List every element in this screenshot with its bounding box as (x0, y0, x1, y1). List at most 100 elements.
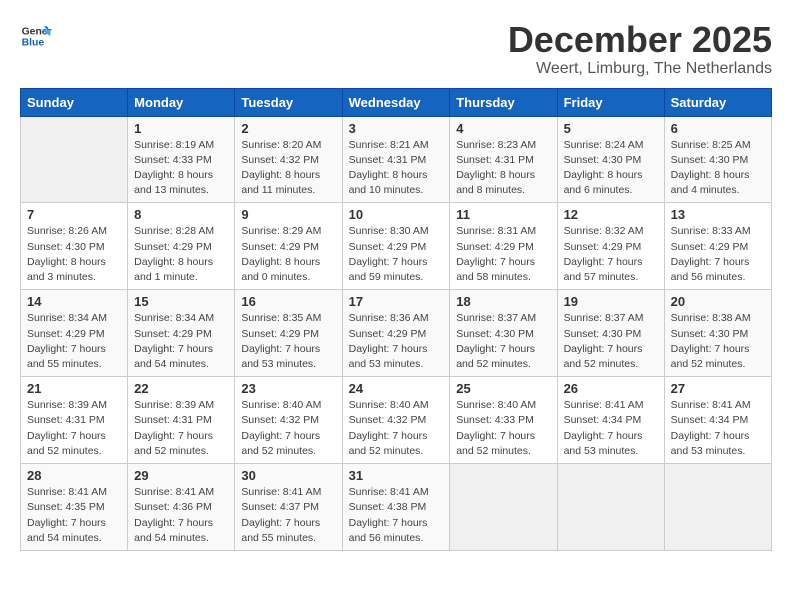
header-day-thursday: Thursday (450, 88, 557, 116)
calendar-cell: 13 Sunrise: 8:33 AM Sunset: 4:29 PM Dayli… (664, 203, 771, 290)
calendar-cell: 22Sunrise: 8:39 AM Sunset: 4:31 PM Dayli… (128, 377, 235, 464)
day-number: 17 (349, 294, 444, 309)
day-number: 30 (241, 468, 335, 483)
day-info: Sunrise: 8:41 AM Sunset: 4:37 PM Dayligh… (241, 485, 335, 546)
calendar-cell: 26 Sunrise: 8:41 AM Sunset: 4:34 PM Dayli… (557, 377, 664, 464)
calendar-cell: 9Sunrise: 8:29 AM Sunset: 4:29 PM Daylig… (235, 203, 342, 290)
day-number: 10 (349, 207, 444, 222)
day-number: 8 (134, 207, 228, 222)
calendar-cell: 27 Sunrise: 8:41 AM Sunset: 4:34 PM Dayli… (664, 377, 771, 464)
calendar-cell: 28 Sunrise: 8:41 AM Sunset: 4:35 PM Dayli… (21, 464, 128, 551)
day-number: 7 (27, 207, 121, 222)
calendar-cell: 21Sunrise: 8:39 AM Sunset: 4:31 PM Dayli… (21, 377, 128, 464)
day-info: Sunrise: 8:40 AM Sunset: 4:32 PM Dayligh… (349, 398, 444, 459)
day-number: 29 (134, 468, 228, 483)
calendar-cell: 4 Sunrise: 8:23 AM Sunset: 4:31 PM Daylig… (450, 116, 557, 203)
calendar-cell: 29Sunrise: 8:41 AM Sunset: 4:36 PM Dayli… (128, 464, 235, 551)
day-number: 22 (134, 381, 228, 396)
header-day-saturday: Saturday (664, 88, 771, 116)
calendar-cell: 17 Sunrise: 8:36 AM Sunset: 4:29 PM Dayli… (342, 290, 450, 377)
location-subtitle: Weert, Limburg, The Netherlands (508, 60, 772, 78)
day-number: 12 (564, 207, 658, 222)
day-info: Sunrise: 8:34 AM Sunset: 4:29 PM Dayligh… (27, 311, 121, 372)
day-number: 5 (564, 121, 658, 136)
header-day-monday: Monday (128, 88, 235, 116)
day-number: 21 (27, 381, 121, 396)
day-number: 18 (456, 294, 550, 309)
calendar-cell: 16Sunrise: 8:35 AM Sunset: 4:29 PM Dayli… (235, 290, 342, 377)
calendar-cell: 30 Sunrise: 8:41 AM Sunset: 4:37 PM Dayli… (235, 464, 342, 551)
calendar-cell (557, 464, 664, 551)
day-info: Sunrise: 8:20 AM Sunset: 4:32 PM Dayligh… (241, 138, 335, 199)
day-number: 27 (671, 381, 765, 396)
header-day-tuesday: Tuesday (235, 88, 342, 116)
day-number: 20 (671, 294, 765, 309)
day-number: 3 (349, 121, 444, 136)
day-number: 23 (241, 381, 335, 396)
day-number: 6 (671, 121, 765, 136)
day-number: 25 (456, 381, 550, 396)
calendar-cell: 14 Sunrise: 8:34 AM Sunset: 4:29 PM Dayli… (21, 290, 128, 377)
day-number: 2 (241, 121, 335, 136)
day-info: Sunrise: 8:35 AM Sunset: 4:29 PM Dayligh… (241, 311, 335, 372)
day-number: 11 (456, 207, 550, 222)
header: General Blue December 2025 Weert, Limbur… (20, 20, 772, 78)
day-info: Sunrise: 8:36 AM Sunset: 4:29 PM Dayligh… (349, 311, 444, 372)
day-info: Sunrise: 8:33 AM Sunset: 4:29 PM Dayligh… (671, 224, 765, 285)
day-info: Sunrise: 8:28 AM Sunset: 4:29 PM Dayligh… (134, 224, 228, 285)
svg-text:Blue: Blue (22, 38, 45, 49)
day-info: Sunrise: 8:32 AM Sunset: 4:29 PM Dayligh… (564, 224, 658, 285)
calendar-cell: 19Sunrise: 8:37 AM Sunset: 4:30 PM Dayli… (557, 290, 664, 377)
day-info: Sunrise: 8:19 AM Sunset: 4:33 PM Dayligh… (134, 138, 228, 199)
calendar-cell: 1Sunrise: 8:19 AM Sunset: 4:33 PM Daylig… (128, 116, 235, 203)
day-number: 19 (564, 294, 658, 309)
calendar-cell: 7 Sunrise: 8:26 AM Sunset: 4:30 PM Daylig… (21, 203, 128, 290)
day-info: Sunrise: 8:41 AM Sunset: 4:34 PM Dayligh… (671, 398, 765, 459)
logo-icon: General Blue (20, 20, 52, 52)
day-number: 28 (27, 468, 121, 483)
calendar-cell: 25 Sunrise: 8:40 AM Sunset: 4:33 PM Dayli… (450, 377, 557, 464)
day-info: Sunrise: 8:26 AM Sunset: 4:30 PM Dayligh… (27, 224, 121, 285)
day-info: Sunrise: 8:25 AM Sunset: 4:30 PM Dayligh… (671, 138, 765, 199)
day-info: Sunrise: 8:37 AM Sunset: 4:30 PM Dayligh… (456, 311, 550, 372)
calendar-week-row: 21Sunrise: 8:39 AM Sunset: 4:31 PM Dayli… (21, 377, 772, 464)
calendar-cell (21, 116, 128, 203)
day-info: Sunrise: 8:31 AM Sunset: 4:29 PM Dayligh… (456, 224, 550, 285)
day-info: Sunrise: 8:24 AM Sunset: 4:30 PM Dayligh… (564, 138, 658, 199)
day-info: Sunrise: 8:41 AM Sunset: 4:35 PM Dayligh… (27, 485, 121, 546)
calendar-cell: 20Sunrise: 8:38 AM Sunset: 4:30 PM Dayli… (664, 290, 771, 377)
calendar-cell: 2 Sunrise: 8:20 AM Sunset: 4:32 PM Daylig… (235, 116, 342, 203)
calendar-week-row: 1Sunrise: 8:19 AM Sunset: 4:33 PM Daylig… (21, 116, 772, 203)
day-number: 15 (134, 294, 228, 309)
month-year-title: December 2025 (508, 20, 772, 60)
calendar-header-row: SundayMondayTuesdayWednesdayThursdayFrid… (21, 88, 772, 116)
day-number: 26 (564, 381, 658, 396)
calendar-week-row: 7 Sunrise: 8:26 AM Sunset: 4:30 PM Daylig… (21, 203, 772, 290)
header-day-wednesday: Wednesday (342, 88, 450, 116)
calendar-cell: 12 Sunrise: 8:32 AM Sunset: 4:29 PM Dayli… (557, 203, 664, 290)
calendar-cell: 5 Sunrise: 8:24 AM Sunset: 4:30 PM Daylig… (557, 116, 664, 203)
day-info: Sunrise: 8:41 AM Sunset: 4:38 PM Dayligh… (349, 485, 444, 546)
calendar-cell: 24 Sunrise: 8:40 AM Sunset: 4:32 PM Dayli… (342, 377, 450, 464)
calendar-cell (664, 464, 771, 551)
day-number: 13 (671, 207, 765, 222)
calendar-week-row: 14 Sunrise: 8:34 AM Sunset: 4:29 PM Dayli… (21, 290, 772, 377)
day-number: 24 (349, 381, 444, 396)
day-info: Sunrise: 8:30 AM Sunset: 4:29 PM Dayligh… (349, 224, 444, 285)
calendar-cell: 23Sunrise: 8:40 AM Sunset: 4:32 PM Dayli… (235, 377, 342, 464)
day-info: Sunrise: 8:21 AM Sunset: 4:31 PM Dayligh… (349, 138, 444, 199)
calendar-cell: 10 Sunrise: 8:30 AM Sunset: 4:29 PM Dayli… (342, 203, 450, 290)
calendar-cell: 8 Sunrise: 8:28 AM Sunset: 4:29 PM Daylig… (128, 203, 235, 290)
calendar-cell: 18 Sunrise: 8:37 AM Sunset: 4:30 PM Dayli… (450, 290, 557, 377)
day-info: Sunrise: 8:40 AM Sunset: 4:33 PM Dayligh… (456, 398, 550, 459)
calendar-cell: 3 Sunrise: 8:21 AM Sunset: 4:31 PM Daylig… (342, 116, 450, 203)
day-info: Sunrise: 8:23 AM Sunset: 4:31 PM Dayligh… (456, 138, 550, 199)
day-info: Sunrise: 8:34 AM Sunset: 4:29 PM Dayligh… (134, 311, 228, 372)
day-number: 14 (27, 294, 121, 309)
day-info: Sunrise: 8:41 AM Sunset: 4:34 PM Dayligh… (564, 398, 658, 459)
day-number: 4 (456, 121, 550, 136)
header-day-friday: Friday (557, 88, 664, 116)
calendar-cell: 31Sunrise: 8:41 AM Sunset: 4:38 PM Dayli… (342, 464, 450, 551)
calendar-cell: 15 Sunrise: 8:34 AM Sunset: 4:29 PM Dayli… (128, 290, 235, 377)
calendar-cell: 11 Sunrise: 8:31 AM Sunset: 4:29 PM Dayli… (450, 203, 557, 290)
